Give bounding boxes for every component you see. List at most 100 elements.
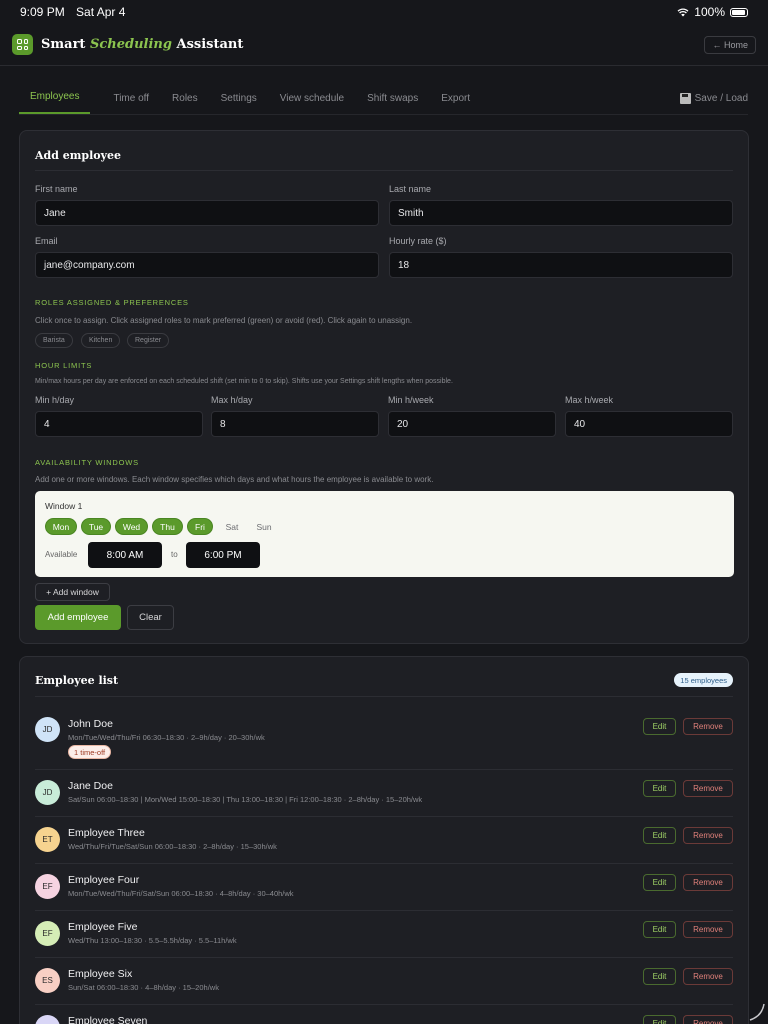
status-time: 9:09 PM: [20, 5, 65, 19]
remove-button[interactable]: Remove: [683, 921, 733, 938]
availability-hint: Add one or more windows. Each window spe…: [35, 475, 434, 484]
day-toggle-sun[interactable]: Sun: [251, 518, 277, 535]
add-employee-title: Add employee: [35, 149, 121, 162]
tab-bar: Employees Time off Roles Settings View s…: [19, 85, 748, 115]
avatar: JD: [35, 717, 60, 742]
last-name-input[interactable]: Smith: [389, 200, 733, 226]
remove-button[interactable]: Remove: [683, 718, 733, 735]
tab-time-off[interactable]: Time off: [113, 93, 149, 114]
tab-view-schedule[interactable]: View schedule: [280, 93, 344, 114]
avatar: EF: [35, 921, 60, 946]
roles-hint: Click once to assign. Click assigned rol…: [35, 316, 413, 325]
employee-meta: Mon/Tue/Wed/Thu/Fri/Sat/Sun 06:00–18:30 …: [68, 889, 294, 898]
time-off-badge: 1 time-off: [68, 745, 112, 759]
employee-name: Employee Six: [68, 968, 133, 980]
day-toggle-thu[interactable]: Thu: [152, 518, 183, 535]
app-logo-icon: [12, 34, 33, 55]
max-h-week-input[interactable]: 40: [565, 411, 733, 437]
max-h-day-input[interactable]: 8: [211, 411, 379, 437]
employee-row: EF Employee Five Wed/Thu 13:00–18:30 · 5…: [35, 911, 733, 958]
employee-name: Employee Seven: [68, 1015, 148, 1024]
available-label: Available: [45, 550, 78, 559]
app-title: Smart Scheduling Assistant: [41, 37, 243, 52]
home-button[interactable]: ← Home: [704, 35, 756, 54]
day-toggle-fri[interactable]: Fri: [187, 518, 213, 535]
clear-button[interactable]: Clear: [127, 605, 174, 630]
status-left: 9:09 PM Sat Apr 4: [20, 5, 133, 19]
tab-export[interactable]: Export: [441, 93, 470, 114]
tab-employees[interactable]: Employees: [19, 91, 91, 114]
role-chip-barista[interactable]: Barista: [35, 333, 73, 348]
min-h-week-input[interactable]: 20: [388, 411, 556, 437]
avatar: EF: [35, 874, 60, 899]
battery-percent: 100%: [694, 5, 725, 19]
edit-button[interactable]: Edit: [643, 718, 676, 735]
edit-button[interactable]: Edit: [643, 1015, 676, 1024]
employee-row: JD Jane Doe Sat/Sun 06:00–18:30 | Mon/We…: [35, 770, 733, 817]
employee-name: John Doe: [68, 718, 113, 730]
resize-handle-icon[interactable]: [748, 1002, 766, 1022]
employee-meta: Sun/Sat 06:00–18:30 · 4–8h/day · 15–20h/…: [68, 983, 219, 992]
employee-name: Employee Four: [68, 874, 140, 886]
first-name-label: First name: [35, 184, 78, 194]
add-employee-button[interactable]: Add employee: [35, 605, 121, 630]
hourly-rate-label: Hourly rate ($): [389, 236, 447, 246]
day-toggle-tue[interactable]: Tue: [81, 518, 111, 535]
employee-list-title: Employee list: [35, 674, 119, 687]
status-date: Sat Apr 4: [76, 5, 126, 19]
employee-name: Employee Three: [68, 827, 145, 839]
avatar: ES: [35, 1015, 60, 1024]
avatar: ET: [35, 827, 60, 852]
employee-list-card: Employee list 15 employees JD John Doe M…: [19, 656, 749, 1024]
add-window-button[interactable]: + Add window: [35, 583, 110, 601]
employee-row: JD John Doe Mon/Tue/Wed/Thu/Fri 06:30–18…: [35, 708, 733, 770]
max-h-week-label: Max h/week: [565, 395, 614, 405]
floppy-disk-icon: [679, 93, 691, 104]
wifi-icon: [677, 7, 689, 16]
divider: [35, 696, 733, 697]
edit-button[interactable]: Edit: [643, 921, 676, 938]
day-toggle-wed[interactable]: Wed: [115, 518, 148, 535]
employee-meta: Mon/Tue/Wed/Thu/Fri 06:30–18:30 · 2–9h/d…: [68, 733, 265, 742]
day-toggle-sat[interactable]: Sat: [219, 518, 245, 535]
employee-meta: Wed/Thu/Fri/Tue/Sat/Sun 06:00–18:30 · 2–…: [68, 842, 277, 851]
role-chip-register[interactable]: Register: [127, 333, 170, 348]
save-load-label: Save / Load: [694, 93, 748, 104]
day-toggle-mon[interactable]: Mon: [45, 518, 77, 535]
window-title: Window 1: [45, 501, 83, 511]
app-title-prefix: Smart: [41, 37, 90, 52]
employee-row: EF Employee Four Mon/Tue/Wed/Thu/Fri/Sat…: [35, 864, 733, 911]
edit-button[interactable]: Edit: [643, 827, 676, 844]
to-label: to: [171, 550, 178, 559]
start-time-input[interactable]: 8:00 AM: [88, 542, 162, 568]
role-chip-kitchen[interactable]: Kitchen: [81, 333, 121, 348]
edit-button[interactable]: Edit: [643, 874, 676, 891]
email-input[interactable]: jane@company.com: [35, 252, 379, 278]
hour-limits-heading: Hour limits: [35, 361, 93, 370]
tab-shift-swaps[interactable]: Shift swaps: [367, 93, 418, 114]
employee-meta: Wed/Thu 13:00–18:30 · 5.5–5.5h/day · 5.5…: [68, 936, 237, 945]
divider: [35, 170, 733, 171]
edit-button[interactable]: Edit: [643, 968, 676, 985]
employee-row: ES Employee Seven Edit Remove: [35, 1005, 733, 1024]
roles-heading: Roles assigned & preferences: [35, 298, 189, 307]
tab-settings[interactable]: Settings: [221, 93, 257, 114]
first-name-input[interactable]: Jane: [35, 200, 379, 226]
min-h-day-label: Min h/day: [35, 395, 75, 405]
end-time-input[interactable]: 6:00 PM: [186, 542, 260, 568]
avatar: ES: [35, 968, 60, 993]
employee-count-badge: 15 employees: [674, 673, 733, 687]
avatar: JD: [35, 780, 60, 805]
status-bar: 9:09 PM Sat Apr 4 100%: [0, 0, 768, 24]
hourly-rate-input[interactable]: 18: [389, 252, 733, 278]
min-h-day-input[interactable]: 4: [35, 411, 203, 437]
tab-roles[interactable]: Roles: [172, 93, 198, 114]
remove-button[interactable]: Remove: [683, 968, 733, 985]
remove-button[interactable]: Remove: [683, 827, 733, 844]
save-load-button[interactable]: Save / Load: [679, 93, 748, 104]
edit-button[interactable]: Edit: [643, 780, 676, 797]
status-right: 100%: [677, 5, 748, 19]
remove-button[interactable]: Remove: [683, 1015, 733, 1024]
remove-button[interactable]: Remove: [683, 780, 733, 797]
remove-button[interactable]: Remove: [683, 874, 733, 891]
